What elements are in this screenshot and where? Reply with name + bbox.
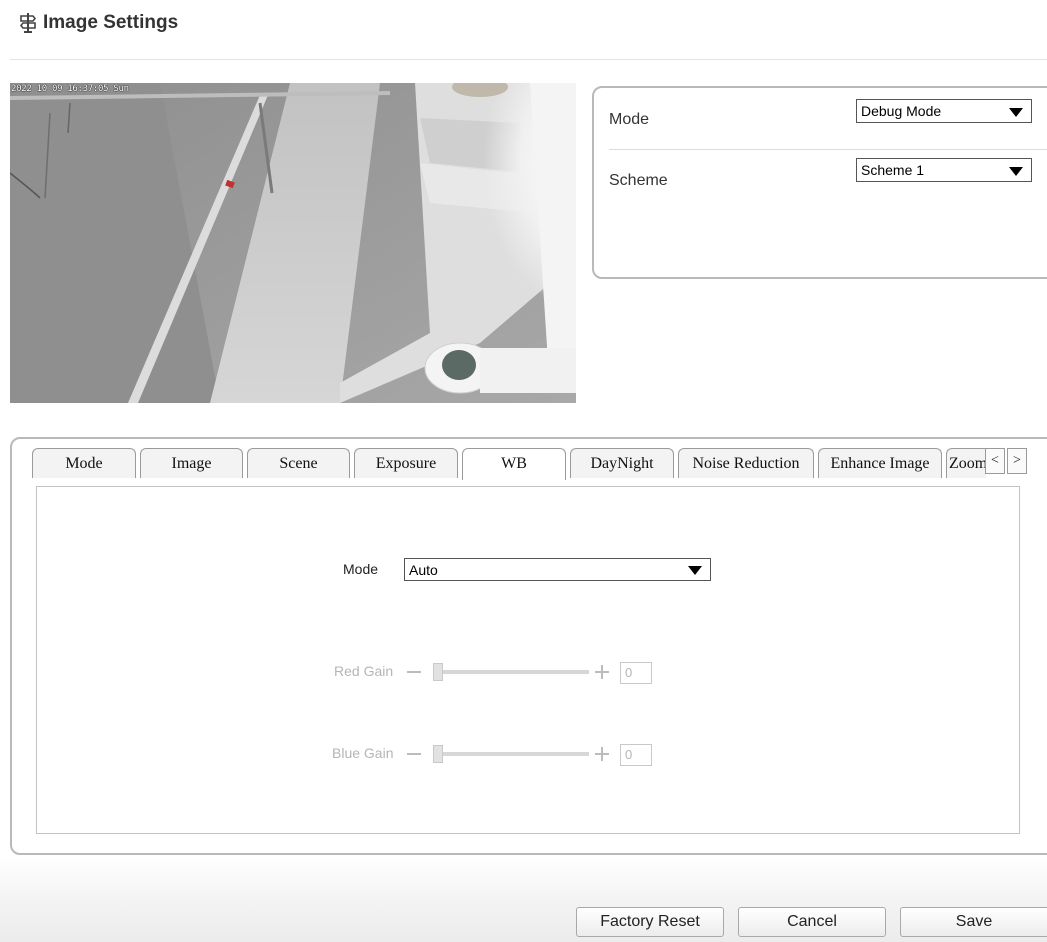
red-gain-input[interactable]: 0 <box>620 662 652 684</box>
tab-exposure[interactable]: Exposure <box>354 448 458 478</box>
signpost-icon <box>20 13 36 33</box>
red-gain-slider-thumb[interactable] <box>433 663 443 681</box>
blue-gain-slider-thumb[interactable] <box>433 745 443 763</box>
panel-divider <box>609 149 1047 150</box>
wb-mode-value: Auto <box>409 562 438 578</box>
live-video-preview: 2022 10 09 16:37:05 Sun <box>10 83 576 403</box>
scheme-label: Scheme <box>609 172 668 189</box>
mode-select-value: Debug Mode <box>861 103 942 119</box>
blue-gain-input[interactable]: 0 <box>620 744 652 766</box>
tab-scroll-left-button[interactable]: < <box>985 448 1005 474</box>
red-gain-slider-track[interactable] <box>433 670 589 674</box>
wb-mode-select[interactable]: Auto <box>404 558 711 581</box>
image-settings-tabs-panel: Mode Image Scene Exposure WB DayNight No… <box>10 437 1047 855</box>
page-header: Image Settings <box>20 8 178 38</box>
header-divider <box>10 59 1047 60</box>
blue-gain-label: Blue Gain <box>332 745 394 761</box>
factory-reset-button[interactable]: Factory Reset <box>576 907 724 937</box>
chevron-down-icon <box>1009 108 1023 117</box>
mode-select[interactable]: Debug Mode <box>856 99 1032 123</box>
chevron-down-icon <box>1009 167 1023 176</box>
mode-scheme-panel: Mode Debug Mode Scheme Scheme 1 <box>592 86 1047 279</box>
tab-scene[interactable]: Scene <box>247 448 350 478</box>
tab-image[interactable]: Image <box>140 448 243 478</box>
tab-daynight[interactable]: DayNight <box>570 448 674 478</box>
tab-enhance-image[interactable]: Enhance Image <box>818 448 942 478</box>
wb-mode-label: Mode <box>343 561 379 577</box>
blue-gain-slider-track[interactable] <box>433 752 589 756</box>
chevron-down-icon <box>688 566 702 575</box>
tab-scroll-right-button[interactable]: > <box>1007 448 1027 474</box>
minus-icon[interactable] <box>407 753 421 755</box>
wb-tab-content: Mode Auto Red Gain 0 Blue Gain 0 <box>36 486 1020 834</box>
scheme-select-value: Scheme 1 <box>861 162 925 178</box>
tab-wb[interactable]: WB <box>462 448 566 480</box>
plus-icon[interactable] <box>595 665 609 679</box>
camera-frame-image <box>10 83 576 403</box>
tab-mode[interactable]: Mode <box>32 448 136 478</box>
save-button[interactable]: Save <box>900 907 1047 937</box>
page-title: Image Settings <box>43 12 179 33</box>
osd-timestamp: 2022 10 09 16:37:05 Sun <box>11 84 129 94</box>
footer-background <box>0 855 1047 942</box>
plus-icon[interactable] <box>595 747 609 761</box>
mode-label: Mode <box>609 111 650 128</box>
minus-icon[interactable] <box>407 671 421 673</box>
tab-noise-reduction[interactable]: Noise Reduction <box>678 448 814 478</box>
red-gain-label: Red Gain <box>334 663 394 679</box>
scheme-select[interactable]: Scheme 1 <box>856 158 1032 182</box>
cancel-button[interactable]: Cancel <box>738 907 886 937</box>
tab-zoom[interactable]: Zoom <box>946 448 986 478</box>
